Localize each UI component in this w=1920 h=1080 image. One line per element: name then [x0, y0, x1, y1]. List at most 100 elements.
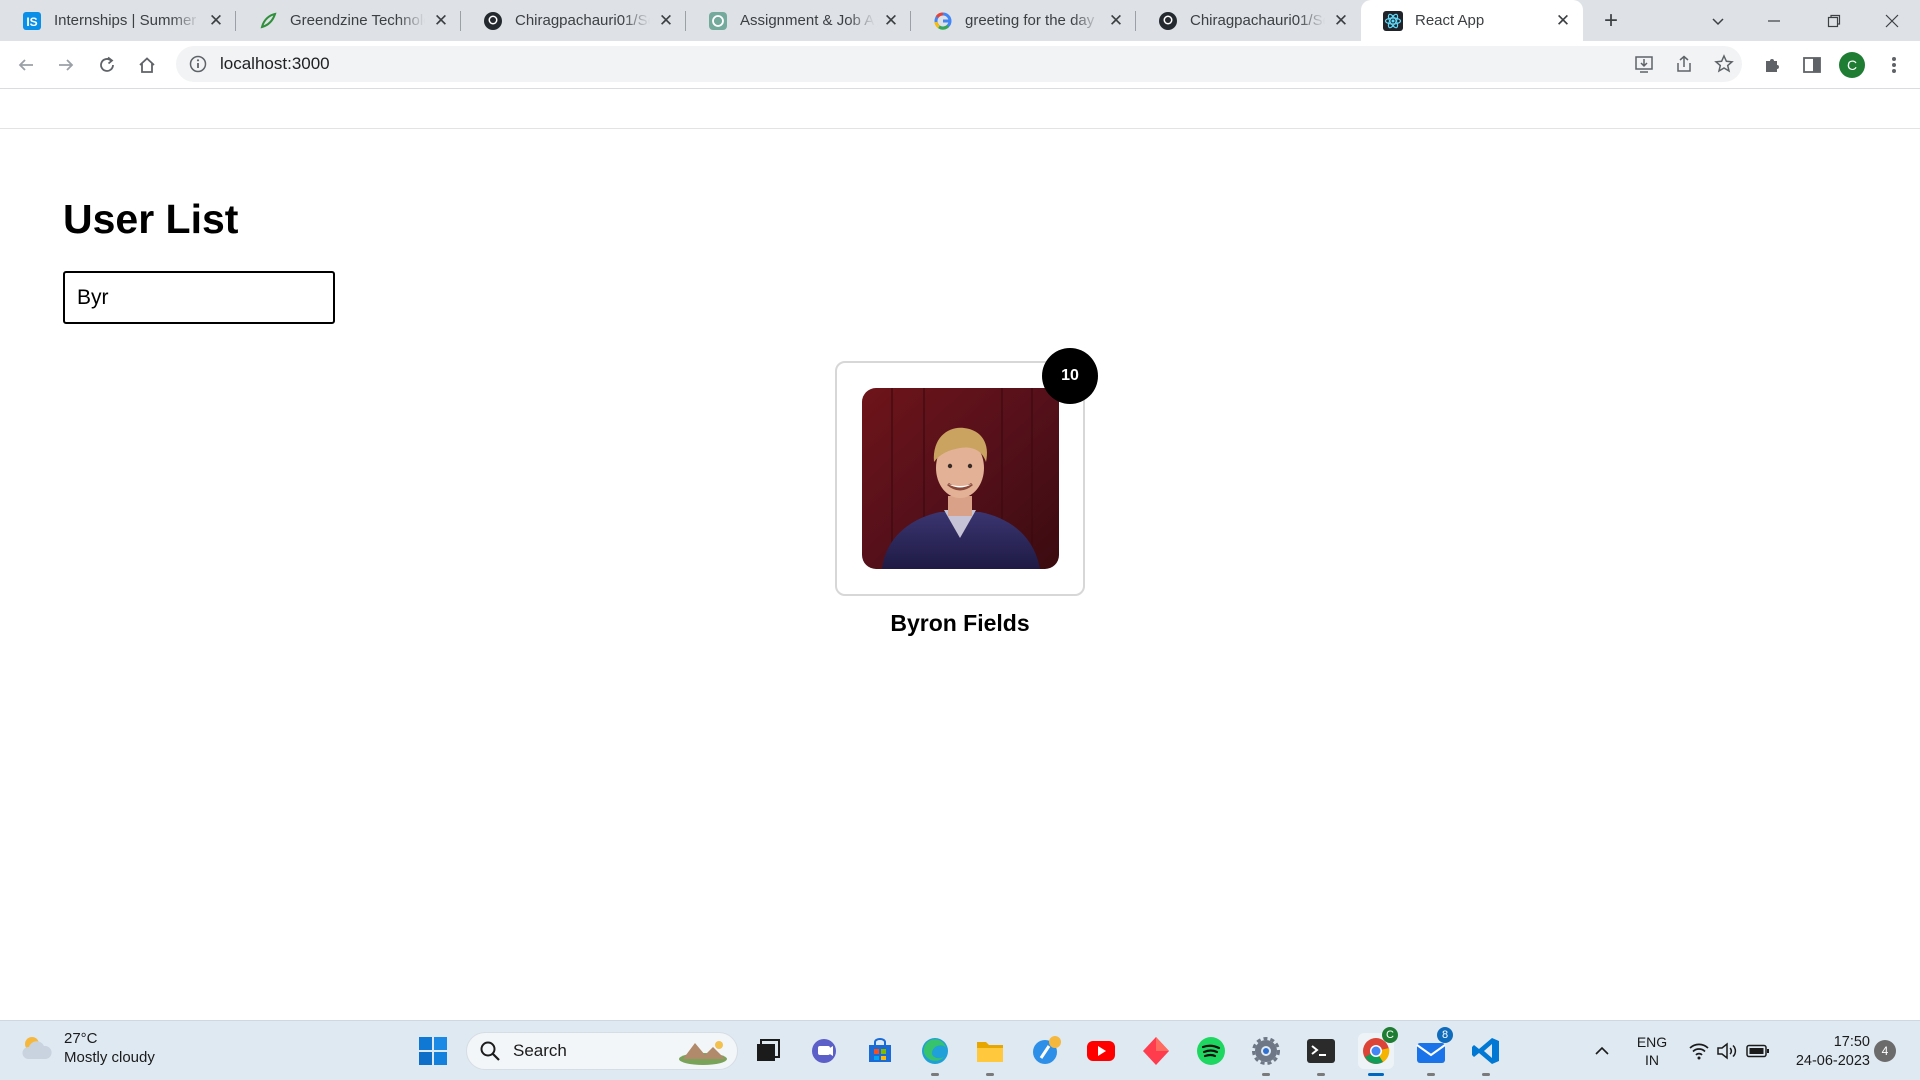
back-arrow-icon [18, 59, 33, 71]
tab-greendzine[interactable]: Greendzine Technologies ✕ [236, 0, 461, 41]
vscode-button[interactable] [1468, 1033, 1504, 1076]
search-highlight-icon [679, 1041, 727, 1065]
chat-icon [812, 1039, 836, 1063]
reload-button[interactable] [91, 49, 123, 81]
tab-label: greeting for the day - Google [965, 12, 1100, 29]
close-icon[interactable]: ✕ [1331, 11, 1351, 31]
diamond-icon [1143, 1037, 1169, 1065]
settings-button[interactable] [1248, 1033, 1284, 1076]
browser-toolbar: localhost:3000 C [0, 41, 1920, 89]
close-window-button[interactable] [1864, 0, 1920, 41]
github-icon [483, 11, 503, 31]
edge-button[interactable] [917, 1033, 953, 1076]
tab-assignment[interactable]: Assignment & Job Applications ✕ [686, 0, 911, 41]
battery-icon [1746, 1044, 1769, 1058]
tab-internships[interactable]: IS Internships | Summer ✕ [0, 0, 236, 41]
weather-temp: 27°C [64, 1030, 98, 1047]
bookmark-star-icon[interactable] [1712, 52, 1736, 76]
close-icon[interactable]: ✕ [1106, 11, 1126, 31]
taskbar-search-label: Search [513, 1041, 567, 1060]
youtube-button[interactable] [1083, 1033, 1119, 1069]
wifi-status[interactable] [1686, 1021, 1712, 1080]
site-info-icon[interactable] [188, 54, 208, 74]
divider [0, 128, 1920, 129]
gear-icon [1252, 1037, 1280, 1065]
restore-icon [1827, 14, 1841, 27]
tab-github-1[interactable]: Chiragpachauri01/Search ✕ [461, 0, 686, 41]
close-icon[interactable]: ✕ [656, 11, 676, 31]
search-icon [480, 1041, 500, 1061]
address-bar[interactable]: localhost:3000 [176, 46, 1742, 82]
reload-icon [100, 56, 114, 72]
chatgpt-icon [708, 11, 728, 31]
sticky-notes-button[interactable] [1028, 1033, 1064, 1069]
puzzle-icon [1766, 59, 1779, 72]
avatar: C [1839, 52, 1865, 78]
greendzine-icon [258, 11, 278, 31]
tab-react-app[interactable]: React App ✕ [1361, 0, 1583, 41]
mail-button[interactable]: 8 [1413, 1027, 1453, 1076]
taskbar-search[interactable]: Search [466, 1032, 738, 1070]
forward-arrow-icon [59, 59, 74, 71]
profile-button[interactable]: C [1836, 49, 1868, 81]
volume-status[interactable] [1714, 1021, 1740, 1080]
speaker-icon [1717, 1042, 1737, 1060]
search-input[interactable] [63, 271, 335, 324]
tab-label: Internships | Summer [54, 12, 197, 29]
internshala-icon: IS [22, 11, 42, 31]
file-explorer-button[interactable] [972, 1033, 1008, 1076]
clock[interactable]: 17:50 24-06-2023 [1786, 1033, 1870, 1071]
user-photo [862, 388, 1059, 569]
tab-google[interactable]: greeting for the day - Google ✕ [911, 0, 1136, 41]
extensions-button[interactable] [1756, 49, 1788, 81]
terminal-button[interactable] [1303, 1033, 1339, 1076]
back-button[interactable] [10, 49, 42, 81]
teams-chat-button[interactable] [806, 1033, 842, 1069]
start-button[interactable] [415, 1033, 451, 1069]
youtube-icon [1087, 1041, 1115, 1061]
notification-count-badge[interactable]: 4 [1874, 1040, 1896, 1062]
share-icon[interactable] [1672, 52, 1696, 76]
terminal-icon [1307, 1039, 1335, 1063]
install-icon[interactable] [1632, 52, 1656, 76]
minimize-button[interactable] [1746, 0, 1802, 41]
store-button[interactable] [862, 1033, 898, 1069]
tab-label: Assignment & Job Applications [740, 12, 875, 29]
gem-app-button[interactable] [1138, 1033, 1174, 1069]
tab-label: Greendzine Technologies [290, 12, 425, 29]
show-hidden-icons-button[interactable] [1590, 1021, 1614, 1080]
tab-github-2[interactable]: Chiragpachauri01/Search ✕ [1136, 0, 1361, 41]
svg-text:IS: IS [26, 15, 37, 29]
chevron-up-icon [1595, 1046, 1609, 1055]
tab-search-button[interactable] [1690, 0, 1746, 41]
user-card[interactable] [835, 361, 1085, 596]
restore-button[interactable] [1806, 0, 1862, 41]
page-content: User List Byr 10 Byron Fields [0, 90, 1920, 1020]
region-code: IN [1645, 1052, 1659, 1068]
chrome-button[interactable]: C [1358, 1027, 1398, 1076]
taskbar: 27°C Mostly cloudy Search C 8 ENG IN 17:… [0, 1020, 1920, 1080]
battery-status[interactable] [1744, 1021, 1772, 1080]
side-panel-button[interactable] [1796, 49, 1828, 81]
weather-widget[interactable]: 27°C Mostly cloudy [20, 1029, 155, 1067]
task-view-icon [757, 1039, 780, 1061]
url-text: localhost:3000 [220, 54, 330, 73]
close-icon[interactable]: ✕ [881, 11, 901, 31]
close-icon[interactable]: ✕ [1553, 11, 1573, 31]
user-name: Byron Fields [890, 610, 1030, 636]
home-button[interactable] [131, 49, 163, 81]
tab-label: Chiragpachauri01/Search [1190, 12, 1325, 29]
close-icon[interactable]: ✕ [206, 11, 226, 31]
browser-menu-button[interactable] [1878, 49, 1910, 81]
new-tab-button[interactable]: + [1598, 7, 1624, 34]
wifi-icon [1689, 1043, 1709, 1060]
close-icon[interactable]: ✕ [431, 11, 451, 31]
language-code: ENG [1636, 1034, 1668, 1050]
mail-unread-badge: 8 [1437, 1027, 1453, 1043]
vscode-icon [1472, 1038, 1499, 1064]
language-indicator[interactable]: ENG IN [1630, 1021, 1674, 1080]
spotify-button[interactable] [1193, 1033, 1229, 1069]
kebab-menu-icon [1892, 57, 1896, 73]
forward-button[interactable] [50, 49, 82, 81]
task-view-button[interactable] [750, 1033, 786, 1069]
